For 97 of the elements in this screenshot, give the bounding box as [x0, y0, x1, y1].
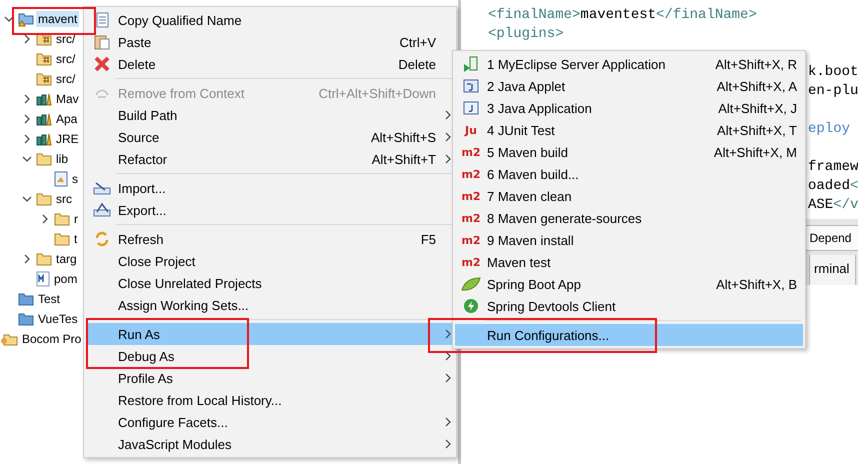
refresh-icon — [94, 231, 110, 247]
menu-item[interactable]: Delete Delete — [86, 53, 454, 75]
code-text: maventest — [580, 7, 656, 23]
tree-item[interactable]: Test — [36, 291, 62, 307]
tree-item[interactable]: Mav — [54, 91, 81, 107]
package-folder-icon — [36, 52, 52, 66]
code-text: </finalName> — [656, 7, 757, 23]
menu-item[interactable]: Import... — [86, 177, 454, 199]
menu-item[interactable]: Profile As — [86, 367, 454, 389]
code-text: < — [850, 178, 858, 194]
menu-item[interactable]: Copy Qualified Name — [86, 9, 454, 31]
badge-icon: Ju — [465, 124, 477, 136]
menu-item[interactable]: m2 9 Maven install — [455, 229, 803, 251]
tree-item[interactable]: VueTes — [36, 311, 80, 327]
tree-item[interactable]: src/ — [54, 51, 78, 67]
menu-item[interactable]: 2 Java Applet Alt+Shift+X, A — [455, 75, 803, 97]
import-icon — [93, 180, 111, 196]
code-text: <plugins> — [488, 26, 564, 42]
menu-item[interactable]: Refresh F5 — [86, 228, 454, 250]
tree-item[interactable]: mavent — [36, 11, 80, 27]
tree-item[interactable]: Bocom Pro — [20, 331, 84, 347]
menu-item[interactable]: Restore from Local History... — [86, 389, 454, 411]
tree-item[interactable]: lib — [54, 151, 70, 167]
tree-item[interactable]: src/ — [54, 71, 78, 87]
project-folder-icon — [18, 292, 34, 306]
code-text: en-plu — [808, 83, 858, 99]
menu-item[interactable]: Configure Facets... — [86, 411, 454, 433]
badge-icon: m2 — [461, 146, 481, 158]
tree-item[interactable]: targ — [54, 251, 79, 267]
badge-icon: m2 — [461, 190, 481, 202]
menu-item[interactable]: Source Alt+Shift+S — [86, 126, 454, 148]
tab[interactable]: Depend — [805, 225, 858, 251]
export-icon — [93, 202, 111, 218]
project-folder-icon — [18, 11, 34, 27]
xml-file-icon — [36, 271, 50, 287]
menu-item[interactable]: 3 Java Application Alt+Shift+X, J — [455, 97, 803, 119]
project-folder-icon — [18, 312, 34, 326]
folder-icon — [36, 152, 52, 166]
badge-icon: m2 — [461, 256, 481, 268]
menu-item[interactable]: Debug As — [86, 345, 454, 367]
package-folder-icon — [36, 32, 52, 46]
code-text: oaded — [808, 178, 850, 194]
tree-item[interactable]: s — [70, 171, 80, 187]
folder-icon — [54, 212, 70, 226]
tree-item[interactable]: Apa — [54, 111, 80, 127]
menu-item[interactable]: Close Project — [86, 250, 454, 272]
tree-item[interactable]: t — [72, 231, 80, 247]
tree-item[interactable]: JRE — [54, 131, 81, 147]
delete-icon — [94, 56, 110, 72]
menu-item[interactable]: Spring Boot App Alt+Shift+X, B — [455, 273, 803, 295]
code-text: <finalName> — [488, 7, 580, 23]
clipboard-icon — [94, 34, 110, 50]
power-icon — [463, 298, 479, 314]
menu-item[interactable]: Paste Ctrl+V — [86, 31, 454, 53]
menu-item[interactable]: Close Unrelated Projects — [86, 272, 454, 294]
code-text: </v — [833, 197, 858, 213]
working-set-icon — [0, 332, 18, 346]
code-text: eploy — [808, 121, 850, 137]
menu-item[interactable]: Run As — [86, 323, 454, 345]
document-icon — [94, 12, 110, 28]
folder-icon — [36, 252, 52, 266]
library-icon — [36, 132, 52, 146]
tree-item[interactable]: src/ — [54, 31, 78, 47]
menu-item[interactable]: JavaScript Modules — [86, 433, 454, 455]
library-icon — [36, 112, 52, 126]
menu-item[interactable]: Build Path — [86, 104, 454, 126]
menu-item[interactable]: Refactor Alt+Shift+T — [86, 148, 454, 170]
menu-item[interactable]: Export... — [86, 199, 454, 221]
menu-item[interactable]: m2 7 Maven clean — [455, 185, 803, 207]
menu-item[interactable]: m2 6 Maven build... — [455, 163, 803, 185]
menu-item[interactable]: Spring Devtools Client — [455, 295, 803, 317]
tree-item[interactable]: r — [72, 211, 80, 227]
code-text: framew — [808, 159, 858, 175]
menu-item[interactable]: m2 5 Maven build Alt+Shift+X, M — [455, 141, 803, 163]
menu-item[interactable]: Run Configurations... — [455, 324, 803, 346]
tree-item[interactable]: src — [54, 191, 74, 207]
menu-item[interactable]: Ju 4 JUnit Test Alt+Shift+X, T — [455, 119, 803, 141]
applet-icon — [463, 78, 479, 94]
code-text: ASE — [808, 197, 834, 213]
leaf-icon — [461, 276, 481, 292]
tree-item[interactable]: pom — [52, 271, 80, 287]
package-folder-icon — [36, 72, 52, 86]
server-run-icon — [463, 56, 479, 72]
badge-icon: m2 — [461, 168, 481, 180]
menu-item[interactable]: Assign Working Sets... — [86, 294, 454, 316]
menu-item[interactable]: m2 Maven test — [455, 251, 803, 273]
badge-icon: m2 — [461, 234, 481, 246]
menu-item[interactable]: 1 MyEclipse Server Application Alt+Shift+X, R — [455, 53, 803, 75]
folder-icon — [36, 192, 52, 206]
application-window-icon — [463, 100, 479, 116]
library-icon — [36, 92, 52, 106]
jar-file-icon — [54, 171, 68, 187]
tab[interactable]: rminal — [809, 255, 856, 285]
folder-icon — [54, 232, 70, 246]
code-text: k.boot — [808, 64, 858, 80]
badge-icon: m2 — [461, 212, 481, 224]
menu-item[interactable]: m2 8 Maven generate-sources — [455, 207, 803, 229]
